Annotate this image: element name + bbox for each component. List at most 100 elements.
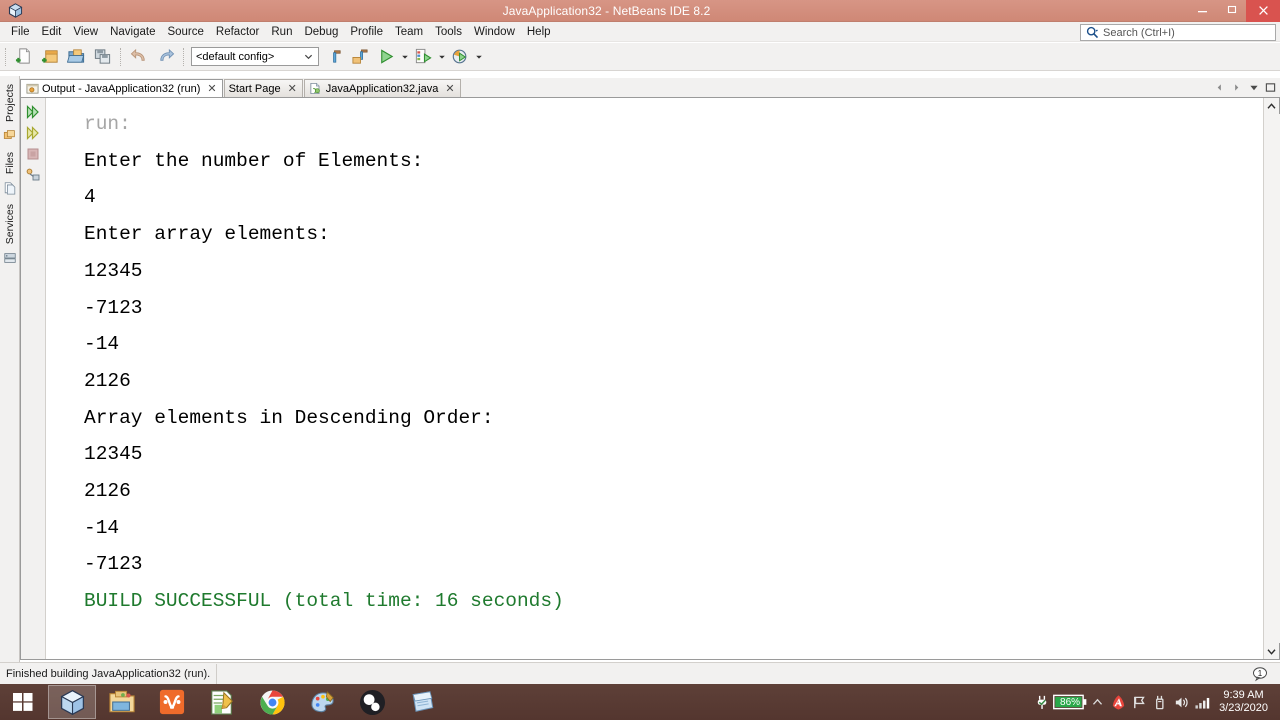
- avast-shield-icon[interactable]: [1108, 684, 1129, 720]
- action-center-flag-icon[interactable]: [1129, 684, 1150, 720]
- tab-scroll-right-icon[interactable]: [1229, 80, 1244, 96]
- output-line: Enter the number of Elements:: [84, 149, 424, 172]
- editor-tab-bar: Output - JavaApplication32 (run) ✕ Start…: [20, 78, 1280, 97]
- menu-tools[interactable]: Tools: [429, 23, 468, 41]
- scroll-down-icon[interactable]: [1264, 643, 1280, 659]
- rerun-button[interactable]: [23, 101, 43, 122]
- output-line: 4: [84, 186, 96, 209]
- java-file-icon: [309, 82, 323, 96]
- menu-edit[interactable]: Edit: [36, 23, 68, 41]
- tab-output-close-icon[interactable]: ✕: [207, 82, 216, 95]
- windows-taskbar: 86% 9:39 AM 3/23/2020: [0, 684, 1280, 720]
- rerun-with-arguments-button[interactable]: [23, 122, 43, 143]
- profile-dropdown-arrow[interactable]: [473, 45, 484, 69]
- xampp-taskbar-icon[interactable]: [148, 685, 196, 719]
- tab-java-file-label: JavaApplication32.java: [325, 82, 439, 95]
- menu-view[interactable]: View: [67, 23, 104, 41]
- output-line: -14: [84, 516, 120, 539]
- file-explorer-taskbar-icon[interactable]: [98, 685, 146, 719]
- menu-navigate[interactable]: Navigate: [104, 23, 161, 41]
- taskbar-clock[interactable]: 9:39 AM 3/23/2020: [1213, 684, 1276, 720]
- redo-button[interactable]: [152, 45, 178, 69]
- plug-charging-icon[interactable]: [1032, 684, 1053, 720]
- sidebar-item-services[interactable]: Services: [3, 200, 17, 248]
- tab-output-label: Output - JavaApplication32 (run): [42, 82, 201, 95]
- volume-icon[interactable]: [1171, 684, 1192, 720]
- files-icon[interactable]: [2, 179, 18, 196]
- close-button[interactable]: [1246, 0, 1280, 22]
- output-line: Enter array elements:: [84, 223, 330, 246]
- projects-icon[interactable]: [2, 127, 18, 144]
- search-icon: [1081, 26, 1103, 39]
- windows-start-button[interactable]: [0, 684, 46, 720]
- menu-debug[interactable]: Debug: [298, 23, 344, 41]
- scrollbar-track[interactable]: [1263, 114, 1280, 643]
- show-hidden-icons-icon[interactable]: [1087, 684, 1108, 720]
- clock-date: 3/23/2020: [1219, 702, 1268, 714]
- open-project-button[interactable]: [63, 45, 89, 69]
- tab-start-page-label: Start Page: [228, 82, 281, 95]
- tab-java-file[interactable]: JavaApplication32.java ✕: [303, 79, 461, 97]
- sticky-notes-taskbar-icon[interactable]: [398, 685, 446, 719]
- network-signal-icon[interactable]: [1192, 684, 1213, 720]
- output-line-build-status: BUILD SUCCESSFUL (total time: 16 seconds…: [84, 590, 564, 613]
- window-controls: [1188, 0, 1280, 22]
- services-icon[interactable]: [2, 249, 18, 266]
- obs-taskbar-icon[interactable]: [348, 685, 396, 719]
- usb-device-icon[interactable]: [1150, 684, 1171, 720]
- clean-and-build-button[interactable]: [347, 45, 373, 69]
- search-input[interactable]: Search (Ctrl+I): [1080, 24, 1276, 41]
- menu-source[interactable]: Source: [161, 23, 209, 41]
- run-dropdown-arrow[interactable]: [399, 45, 410, 69]
- stop-button[interactable]: [23, 143, 43, 164]
- new-file-button[interactable]: [11, 45, 37, 69]
- main-toolbar: <default config>: [0, 43, 1280, 71]
- menu-refactor[interactable]: Refactor: [210, 23, 265, 41]
- menu-team[interactable]: Team: [389, 23, 429, 41]
- chevron-down-icon: [300, 48, 316, 65]
- run-project-button[interactable]: [373, 45, 399, 69]
- debug-project-button[interactable]: [410, 45, 436, 69]
- notification-badge[interactable]: 1: [1250, 665, 1270, 683]
- tab-bar-controls: [1212, 78, 1278, 97]
- output-line: 2126: [84, 369, 131, 392]
- profile-project-button[interactable]: [447, 45, 473, 69]
- paint-taskbar-icon[interactable]: [298, 685, 346, 719]
- netbeans-cube-icon: [5, 2, 25, 20]
- minimize-button[interactable]: [1188, 0, 1217, 22]
- tab-start-page-close-icon[interactable]: ✕: [288, 82, 297, 95]
- new-project-button[interactable]: [37, 45, 63, 69]
- save-all-button[interactable]: [89, 45, 115, 69]
- undo-button[interactable]: [126, 45, 152, 69]
- output-window: run: Enter the number of Elements: 4 Ent…: [20, 97, 1280, 660]
- project-config-select[interactable]: <default config>: [191, 47, 319, 66]
- menu-window[interactable]: Window: [468, 23, 521, 41]
- maximize-window-icon[interactable]: [1263, 80, 1278, 96]
- tab-scroll-left-icon[interactable]: [1212, 80, 1227, 96]
- output-scrollbar[interactable]: [1263, 98, 1280, 659]
- menu-profile[interactable]: Profile: [344, 23, 389, 41]
- sidebar-item-projects[interactable]: Projects: [3, 80, 17, 126]
- tab-list-dropdown-icon[interactable]: [1246, 80, 1261, 96]
- build-project-button[interactable]: [321, 45, 347, 69]
- output-line: Array elements in Descending Order:: [84, 406, 494, 429]
- tab-start-page[interactable]: Start Page ✕: [223, 79, 303, 97]
- scroll-up-icon[interactable]: [1264, 98, 1280, 114]
- tab-output[interactable]: Output - JavaApplication32 (run) ✕: [20, 79, 223, 97]
- netbeans-taskbar-icon[interactable]: [48, 685, 96, 719]
- chrome-taskbar-icon[interactable]: [248, 685, 296, 719]
- maximize-restore-button[interactable]: [1217, 0, 1246, 22]
- notepadpp-taskbar-icon[interactable]: [198, 685, 246, 719]
- sidebar-item-files[interactable]: Files: [3, 148, 17, 178]
- search-placeholder: Search (Ctrl+I): [1103, 26, 1175, 39]
- project-config-value: <default config>: [196, 50, 275, 63]
- output-text-area[interactable]: run: Enter the number of Elements: 4 Ent…: [46, 98, 1263, 659]
- tab-java-file-close-icon[interactable]: ✕: [445, 82, 454, 95]
- menu-run[interactable]: Run: [265, 23, 298, 41]
- menu-help[interactable]: Help: [521, 23, 557, 41]
- output-settings-button[interactable]: [23, 164, 43, 185]
- output-line: 12345: [84, 259, 143, 282]
- debug-dropdown-arrow[interactable]: [436, 45, 447, 69]
- menu-file[interactable]: File: [5, 23, 36, 41]
- menu-bar: File Edit View Navigate Source Refactor …: [0, 22, 1280, 42]
